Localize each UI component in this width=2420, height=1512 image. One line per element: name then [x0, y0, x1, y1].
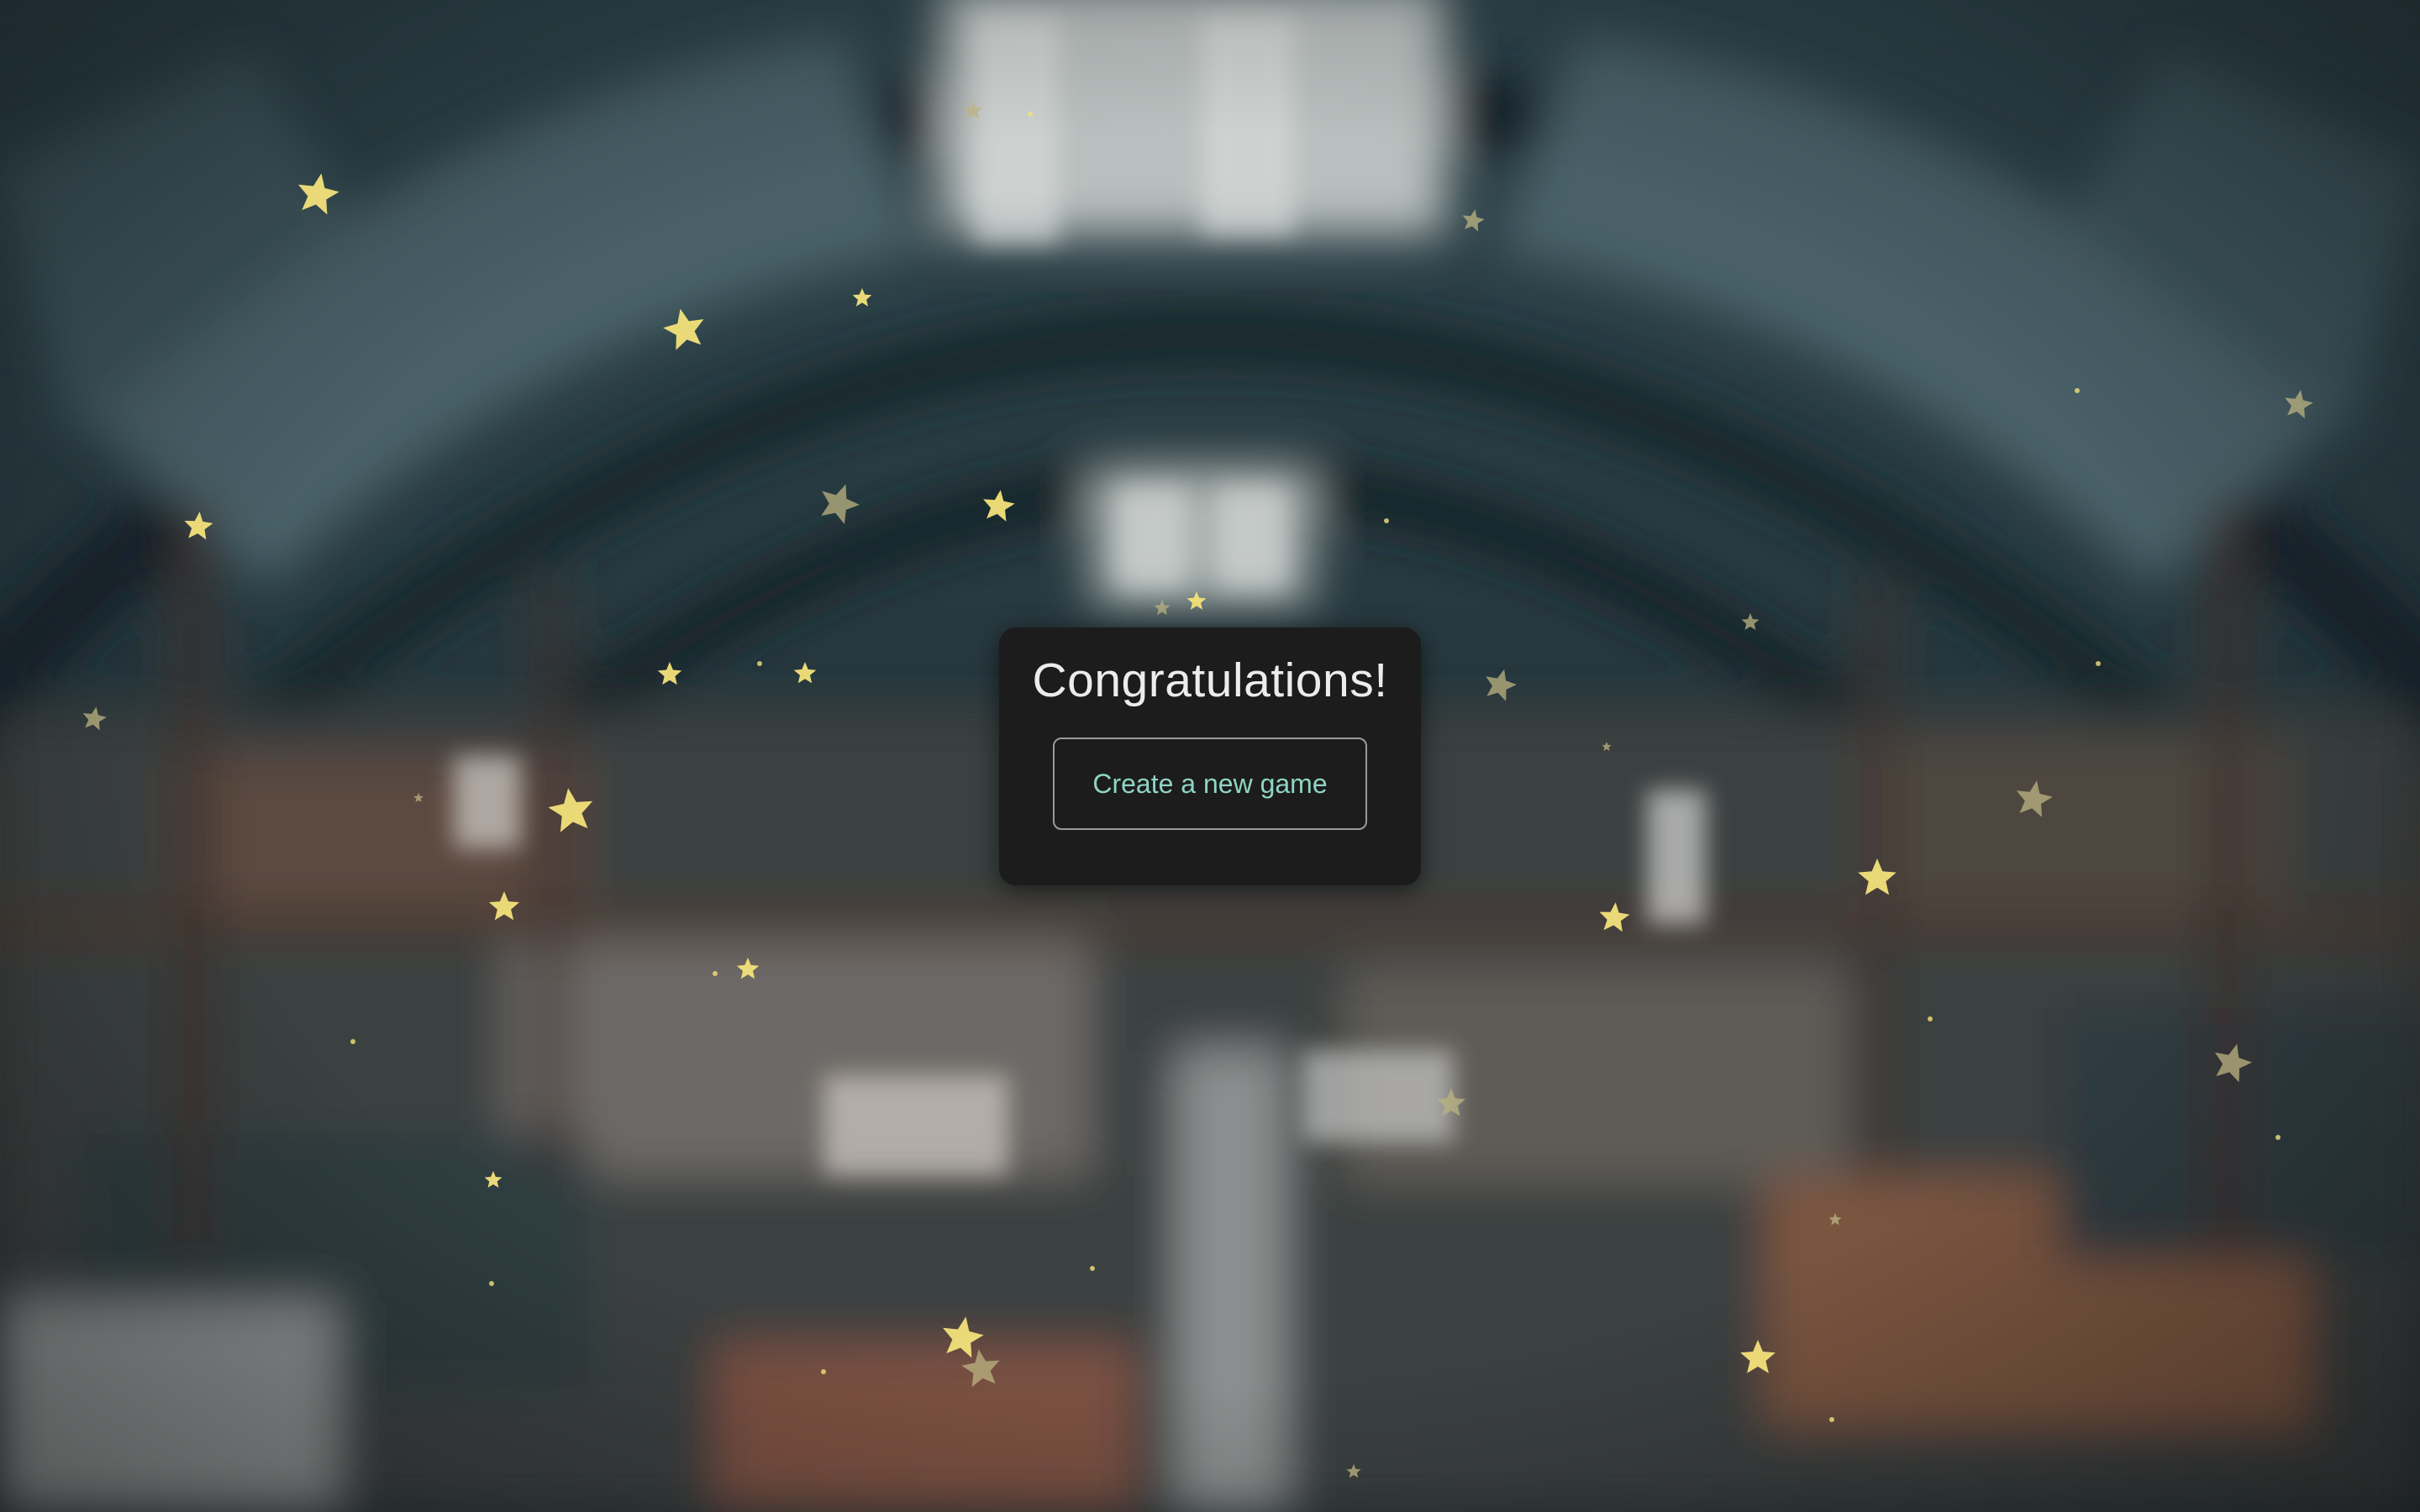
create-new-game-button[interactable]: Create a new game [1053, 738, 1367, 830]
dialog-title: Congratulations! [1032, 654, 1388, 707]
congratulations-dialog: Congratulations! Create a new game [999, 627, 1421, 885]
game-scene: Congratulations! Create a new game [0, 0, 2420, 1512]
